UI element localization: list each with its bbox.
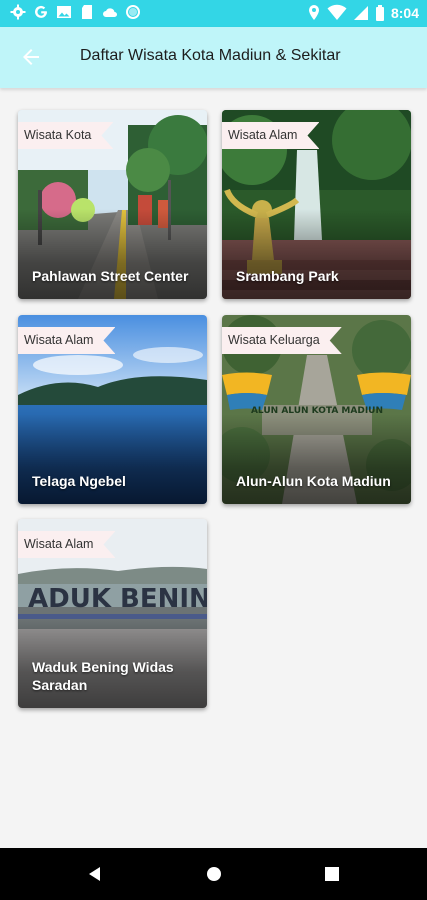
title-shade: [18, 414, 207, 504]
back-triangle-icon[interactable]: [86, 865, 104, 883]
gear-icon: [10, 4, 26, 20]
wifi-icon: [327, 4, 347, 20]
category-tag: Wisata Alam: [18, 327, 115, 354]
place-card-srambang-park[interactable]: Wisata Alam Srambang Park: [222, 110, 411, 299]
place-card-telaga-ngebel[interactable]: Wisata Alam Telaga Ngebel: [18, 315, 207, 504]
status-time: 8:04: [390, 5, 419, 21]
signal-icon: [353, 6, 368, 20]
title-shade: [222, 209, 411, 299]
category-tag: Wisata Keluarga: [222, 327, 342, 354]
place-title: Waduk Bening Widas Saradan: [32, 659, 174, 693]
category-tag: Wisata Alam: [222, 122, 319, 149]
sd-card-icon: [82, 5, 92, 19]
category-tag: Wisata Alam: [18, 531, 115, 558]
place-title: Pahlawan Street Center: [32, 268, 189, 284]
navigation-bar: [0, 848, 427, 900]
google-icon: [35, 5, 47, 18]
cloud-icon: [103, 8, 117, 17]
recents-square-icon[interactable]: [323, 865, 341, 883]
title-shade: [18, 209, 207, 299]
place-card-pahlawan-street-center[interactable]: Wisata Kota Pahlawan Street Center: [18, 110, 207, 299]
place-title: Alun-Alun Kota Madiun: [236, 473, 391, 489]
status-bar: 8:04: [0, 0, 427, 27]
arrow-back-icon[interactable]: [19, 45, 43, 69]
status-right-icons: 8:04: [307, 4, 419, 22]
place-title: Telaga Ngebel: [32, 473, 126, 489]
place-card-alun-alun-kota-madiun[interactable]: ALUN ALUN KOTA MADIUN Wisata Keluarga Al…: [222, 315, 411, 504]
waduk-sign-text: ADUK BENING: [28, 584, 207, 614]
home-circle-icon[interactable]: [205, 865, 223, 883]
place-title: Srambang Park: [236, 268, 339, 284]
title-shade: [222, 414, 411, 504]
page-title: Daftar Wisata Kota Madiun & Sekitar: [80, 47, 341, 64]
image-icon: [57, 6, 71, 18]
category-tag: Wisata Kota: [18, 122, 113, 149]
circle-icon: [126, 5, 140, 19]
place-card-waduk-bening-widas-saradan[interactable]: ADUK BENING Wisata Alam Waduk Bening Wid…: [18, 519, 207, 708]
battery-icon: [375, 5, 384, 21]
location-icon: [308, 5, 319, 20]
status-left-icons: [10, 4, 141, 20]
app-bar: Daftar Wisata Kota Madiun & Sekitar: [0, 27, 427, 88]
